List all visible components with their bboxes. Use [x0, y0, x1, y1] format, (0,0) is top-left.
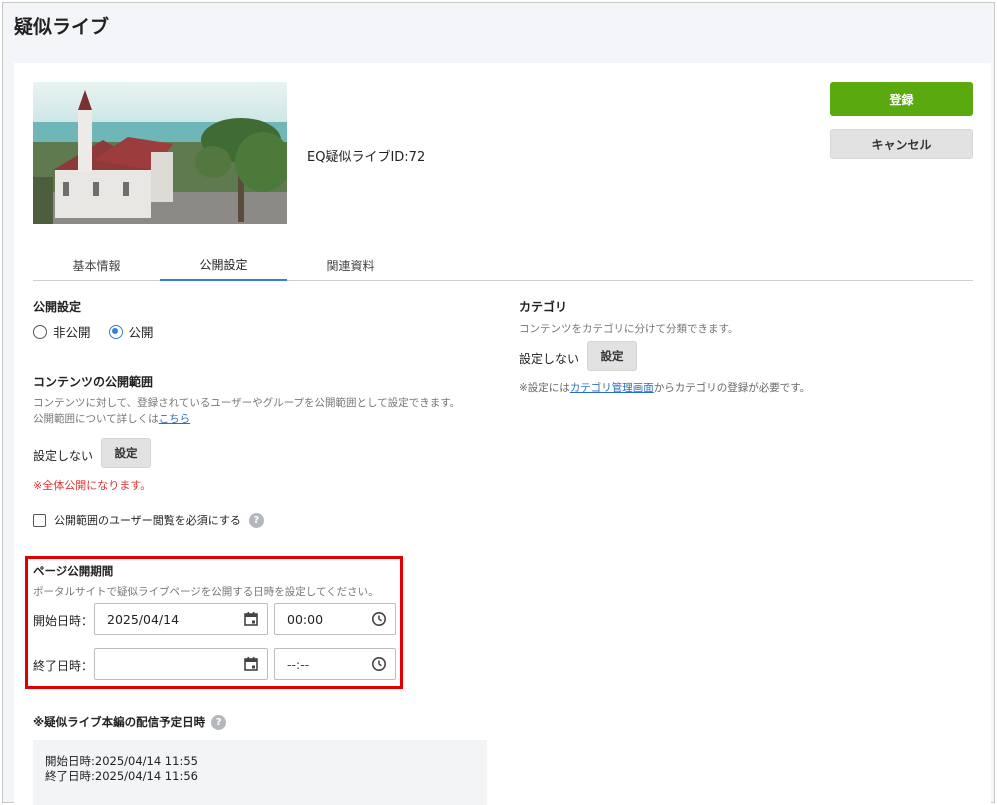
end-time-placeholder: --:--	[287, 656, 310, 672]
schedule-title-row: ※疑似ライブ本編の配信予定日時 ?	[33, 714, 227, 730]
end-datetime-label: 終了日時：	[33, 659, 94, 673]
content-card: EQ疑似ライブID:72 登録 キャンセル 基本情報 公開設定 関連資料 公開設…	[14, 63, 991, 805]
radio-public[interactable]	[108, 324, 123, 339]
tab-related-materials[interactable]: 関連資料	[287, 249, 414, 281]
schedule-box: 開始日時:2025/04/14 11:55 終了日時:2025/04/14 11…	[33, 740, 487, 805]
tab-bar: 基本情報 公開設定 関連資料	[33, 249, 973, 281]
category-note-suffix: からカテゴリの登録が必要です。	[653, 382, 811, 394]
scope-details-text: 公開範囲について詳しくは	[33, 413, 159, 425]
schedule-title: ※疑似ライブ本編の配信予定日時	[33, 715, 206, 729]
calendar-icon[interactable]	[243, 611, 259, 627]
calendar-icon[interactable]	[243, 656, 259, 672]
require-view-row: 公開範囲のユーザー閲覧を必須にする ?	[33, 512, 264, 528]
category-management-link[interactable]: カテゴリ管理画面	[570, 382, 654, 394]
scope-description: コンテンツに対して、登録されているユーザーやグループを公開範囲として設定できます…	[33, 397, 461, 409]
publish-setting-title: 公開設定	[33, 300, 82, 314]
category-set-button[interactable]: 設定	[587, 341, 637, 371]
radio-private-label: 非公開	[53, 325, 91, 340]
category-description: コンテンツをカテゴリに分けて分類できます。	[519, 323, 739, 335]
period-title: ページ公開期間	[33, 564, 114, 578]
category-status: 設定しない	[519, 352, 580, 366]
schedule-start: 開始日時:2025/04/14 11:55	[45, 754, 198, 768]
clock-icon[interactable]	[371, 656, 387, 672]
radio-private[interactable]	[33, 324, 47, 339]
scope-details: 公開範囲について詳しくはこちら	[33, 411, 190, 426]
register-button[interactable]: 登録	[830, 82, 973, 116]
period-description: ポータルサイトで疑似ライブページを公開する日時を設定してください。	[33, 586, 379, 598]
start-time-input[interactable]: 00:00	[274, 603, 396, 635]
publish-radio-group: 非公開 公開	[33, 322, 154, 341]
category-note: ※設定にはカテゴリ管理画面からカテゴリの登録が必要です。	[519, 380, 810, 395]
scope-title: コンテンツの公開範囲	[33, 375, 154, 389]
tab-publish-settings[interactable]: 公開設定	[160, 249, 287, 281]
scope-status: 設定しない	[33, 449, 94, 463]
scope-warning: ※全体公開になります。	[33, 479, 152, 492]
start-date-input[interactable]: 2025/04/14	[94, 603, 268, 635]
schedule-end: 終了日時:2025/04/14 11:56	[45, 769, 198, 783]
radio-public-label: 公開	[128, 325, 154, 340]
live-id-label: EQ疑似ライブID:72	[307, 150, 426, 165]
help-icon[interactable]: ?	[211, 714, 227, 730]
end-time-input[interactable]: --:--	[274, 648, 396, 680]
category-note-prefix: ※設定には	[519, 382, 570, 394]
clock-icon[interactable]	[371, 611, 387, 627]
page-title: 疑似ライブ	[14, 16, 110, 38]
tab-basic-info[interactable]: 基本情報	[33, 249, 160, 281]
help-icon[interactable]: ?	[248, 512, 264, 528]
category-title: カテゴリ	[519, 300, 568, 314]
start-date-value: 2025/04/14	[107, 611, 180, 627]
cancel-button[interactable]: キャンセル	[830, 129, 973, 159]
start-datetime-label: 開始日時：	[33, 614, 94, 628]
require-view-checkbox[interactable]	[33, 513, 46, 527]
require-view-label: 公開範囲のユーザー閲覧を必須にする	[54, 514, 241, 527]
end-date-input[interactable]	[94, 648, 268, 680]
live-thumbnail	[33, 82, 287, 224]
scope-set-button[interactable]: 設定	[101, 438, 151, 468]
app-frame: 疑似ライブ EQ疑似ライブID:72 登録 キャンセル 基本情報 公開設定 関連…	[2, 2, 995, 805]
scope-details-link[interactable]: こちら	[159, 413, 191, 425]
start-time-value: 00:00	[287, 611, 324, 627]
